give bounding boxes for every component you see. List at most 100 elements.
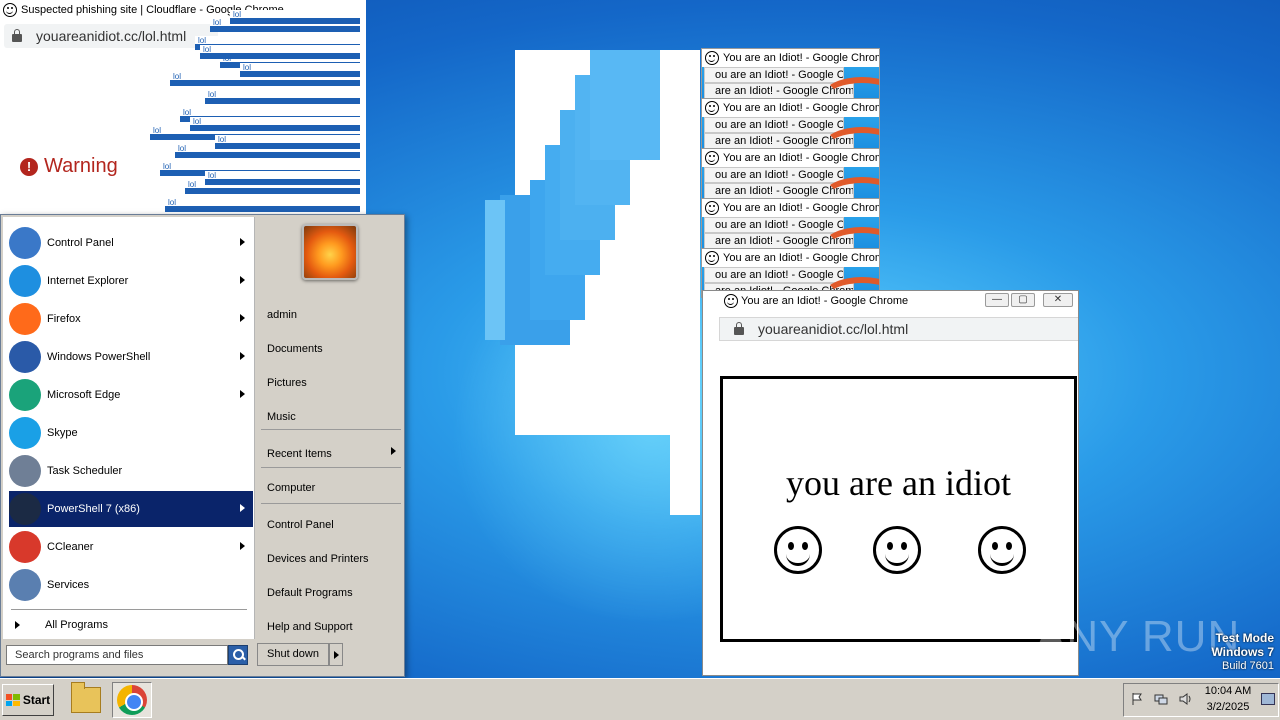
idiot-popup-window[interactable]: You are an Idiot! - Google Chrome ou are …	[701, 198, 880, 250]
clock-date[interactable]: 3/2/2025	[1203, 701, 1253, 713]
smiley-face-icon	[774, 526, 822, 574]
link-documents[interactable]: Documents	[267, 343, 323, 355]
program-label: Skype	[47, 427, 78, 439]
you-are-an-idiot-window[interactable]: You are an Idiot! - Google Chrome — ▢ ✕ …	[702, 290, 1079, 676]
link-computer[interactable]: Computer	[267, 482, 315, 494]
program-item[interactable]: Internet Explorer	[9, 263, 253, 299]
build-line: Build 7601	[1222, 660, 1274, 672]
program-label: Microsoft Edge	[47, 389, 121, 401]
close-button[interactable]: ✕	[1043, 293, 1073, 307]
show-desktop-icon[interactable]	[1261, 693, 1275, 705]
search-icon[interactable]	[228, 645, 248, 665]
smiley-face-icon	[978, 526, 1026, 574]
title-bar[interactable]: You are an Idiot! - Google Chrome	[702, 49, 879, 67]
link-pictures[interactable]: Pictures	[267, 377, 307, 389]
address-bar[interactable]: youareanidiot.cc/lol.html	[719, 317, 1078, 341]
link-help-support[interactable]: Help and Support	[267, 621, 353, 633]
network-icon[interactable]	[1154, 692, 1168, 706]
link-recent-items[interactable]: Recent Items	[267, 448, 332, 460]
idiot-popup-window[interactable]: You are an Idiot! - Google Chrome ou are …	[701, 48, 880, 100]
window-title: You are an Idiot! - Google Chrome	[723, 102, 880, 114]
address-bar[interactable]: youareanidiot.cc/lol.html	[4, 24, 218, 48]
program-label: Firefox	[47, 313, 81, 325]
title-bar[interactable]: You are an Idiot! - Google Chrome	[702, 249, 879, 267]
flag-icon[interactable]	[1130, 692, 1144, 706]
lol-window: lol	[215, 135, 360, 144]
smiley-icon	[3, 3, 17, 17]
divider	[261, 429, 401, 430]
link-devices-printers[interactable]: Devices and Printers	[267, 553, 369, 565]
submenu-arrow-icon	[240, 276, 245, 284]
program-label: Internet Explorer	[47, 275, 129, 287]
lol-window-edge	[170, 80, 360, 86]
program-label: CCleaner	[47, 541, 94, 553]
program-item[interactable]: PowerShell 7 (x86)	[9, 491, 253, 527]
all-programs-label: All Programs	[45, 619, 108, 631]
program-item[interactable]: Firefox	[9, 301, 253, 337]
divider	[261, 467, 401, 468]
lol-window-edge	[185, 188, 360, 194]
folder-icon	[71, 682, 101, 713]
program-label: Services	[47, 579, 90, 591]
clock-time[interactable]: 10:04 AM	[1203, 685, 1253, 697]
window-title: You are an Idiot! - Google Chrome	[723, 152, 880, 164]
maximize-button[interactable]: ▢	[1011, 293, 1035, 307]
idiot-popup-window[interactable]: You are an Idiot! - Google Chrome ou are …	[701, 148, 880, 200]
submenu-arrow-icon	[240, 390, 245, 398]
warning-icon: !	[20, 157, 38, 176]
ccleaner-icon	[9, 531, 41, 563]
search-input[interactable]: Search programs and files	[6, 645, 228, 665]
shutdown-options-arrow[interactable]	[329, 643, 343, 666]
start-label: Start	[22, 693, 51, 707]
lol-window: lol	[205, 171, 360, 180]
smiley-face-icon	[873, 526, 921, 574]
chrome-icon	[117, 685, 147, 715]
title-bar[interactable]: You are an Idiot! - Google Chrome	[702, 149, 879, 167]
program-item[interactable]: Microsoft Edge	[9, 377, 253, 413]
chrome-taskbar-button[interactable]	[112, 682, 152, 718]
program-item[interactable]: CCleaner	[9, 529, 253, 565]
minimize-button[interactable]: —	[985, 293, 1009, 307]
program-item[interactable]: Skype	[9, 415, 253, 451]
link-control-panel[interactable]: Control Panel	[267, 519, 334, 531]
divider	[11, 609, 247, 610]
smiley-icon	[705, 251, 719, 265]
page-content: you are an idiot	[720, 376, 1077, 642]
tab-strip: ou are an Idiot! - Google Chrome	[704, 267, 844, 283]
user-picture[interactable]	[302, 224, 358, 280]
all-programs-button[interactable]: All Programs	[11, 615, 247, 635]
submenu-arrow-icon	[240, 352, 245, 360]
program-item[interactable]: Task Scheduler	[9, 453, 253, 489]
test-mode-line: Test Mode	[1215, 631, 1274, 645]
trail-tile	[670, 435, 700, 515]
program-item[interactable]: Control Panel	[9, 225, 253, 261]
tab-strip: ou are an Idiot! - Google Chrome	[704, 117, 844, 133]
link-music[interactable]: Music	[267, 411, 296, 423]
start-menu[interactable]: Control Panel Internet Explorer Firefox Win…	[0, 214, 405, 677]
shutdown-button[interactable]: Shut down	[257, 643, 329, 666]
title-bar[interactable]: You are an Idiot! - Google Chrome	[702, 99, 879, 117]
trail-tile	[590, 50, 660, 160]
tab-strip: ou are an Idiot! - Google Chrome	[704, 67, 844, 83]
lock-icon	[12, 29, 22, 42]
lock-icon	[734, 322, 744, 335]
link-default-programs[interactable]: Default Programs	[267, 587, 353, 599]
title-bar[interactable]: You are an Idiot! - Google Chrome	[702, 199, 879, 217]
start-button[interactable]: Start	[2, 684, 54, 716]
volume-icon[interactable]	[1178, 692, 1192, 706]
phishing-warning-window[interactable]: Suspected phishing site | Cloudflare - G…	[0, 0, 366, 216]
submenu-arrow-icon	[240, 314, 245, 322]
os-line: Windows 7	[1211, 645, 1274, 659]
smiley-icon	[705, 101, 719, 115]
firefox-icon	[9, 303, 41, 335]
explorer-taskbar-button[interactable]	[66, 682, 106, 718]
idiot-popup-window[interactable]: You are an Idiot! - Google Chrome ou are …	[701, 98, 880, 150]
tab-strip: ou are an Idiot! - Google Chrome	[704, 217, 844, 233]
window-title: You are an Idiot! - Google Chrome	[723, 52, 880, 64]
title-bar[interactable]: You are an Idiot! - Google Chrome — ▢ ✕	[703, 291, 1078, 313]
link-admin[interactable]: admin	[267, 309, 297, 321]
program-item[interactable]: Windows PowerShell	[9, 339, 253, 375]
taskbar: Start	[0, 678, 1280, 720]
program-item[interactable]: Services	[9, 567, 253, 603]
places-list: admin Documents Pictures Music Recent Items C…	[257, 217, 404, 639]
